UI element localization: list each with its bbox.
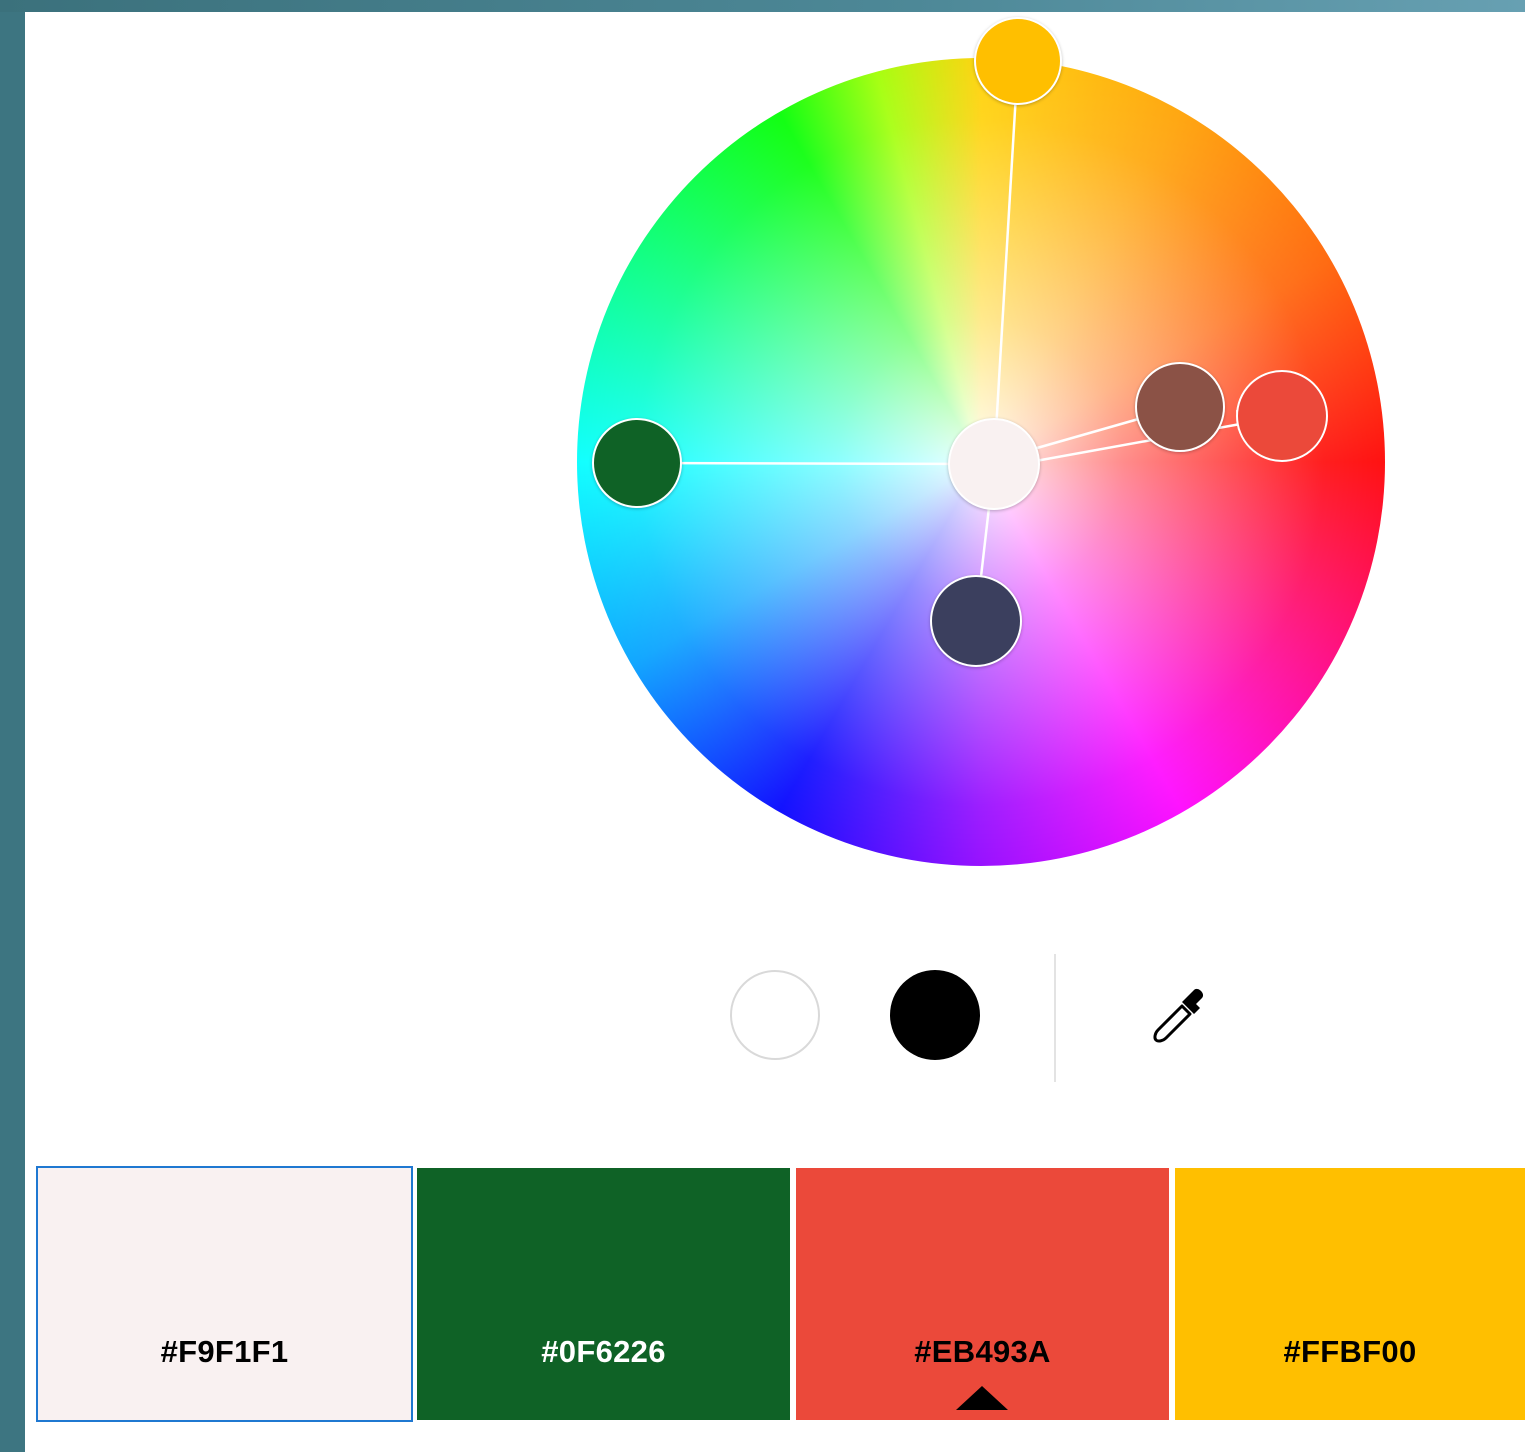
- active-swatch-caret-icon: [956, 1386, 1008, 1410]
- handle-red[interactable]: [1236, 370, 1328, 462]
- color-toolbar: [0, 940, 1525, 1100]
- swatch-hex-label: #0F6226: [541, 1334, 666, 1369]
- palette-row: #F9F1F1 #0F6226 #EB493A #FFBF00: [0, 1160, 1525, 1430]
- eyedropper-button[interactable]: [1148, 984, 1212, 1048]
- handle-navy[interactable]: [930, 575, 1022, 667]
- eyedropper-icon: [1153, 988, 1204, 1043]
- handle-yellow[interactable]: [974, 17, 1062, 105]
- swatch-hex-label: #EB493A: [914, 1334, 1051, 1369]
- black-swatch-button[interactable]: [890, 970, 980, 1060]
- palette-swatch-4[interactable]: #FFBF00: [1175, 1168, 1525, 1420]
- connector-green: [636, 461, 995, 466]
- white-swatch-button[interactable]: [730, 970, 820, 1060]
- handle-base[interactable]: [948, 418, 1040, 510]
- toolbar-divider: [1054, 954, 1056, 1082]
- handle-green[interactable]: [592, 418, 682, 508]
- palette-swatch-1[interactable]: #F9F1F1: [36, 1166, 413, 1422]
- connector-yellow: [992, 59, 1020, 465]
- palette-swatch-2[interactable]: #0F6226: [417, 1168, 790, 1420]
- palette-swatch-3[interactable]: #EB493A: [796, 1168, 1169, 1420]
- handle-brown[interactable]: [1135, 362, 1225, 452]
- color-wheel-area: [0, 0, 1525, 900]
- swatch-hex-label: #F9F1F1: [160, 1334, 289, 1369]
- swatch-hex-label: #FFBF00: [1283, 1334, 1417, 1369]
